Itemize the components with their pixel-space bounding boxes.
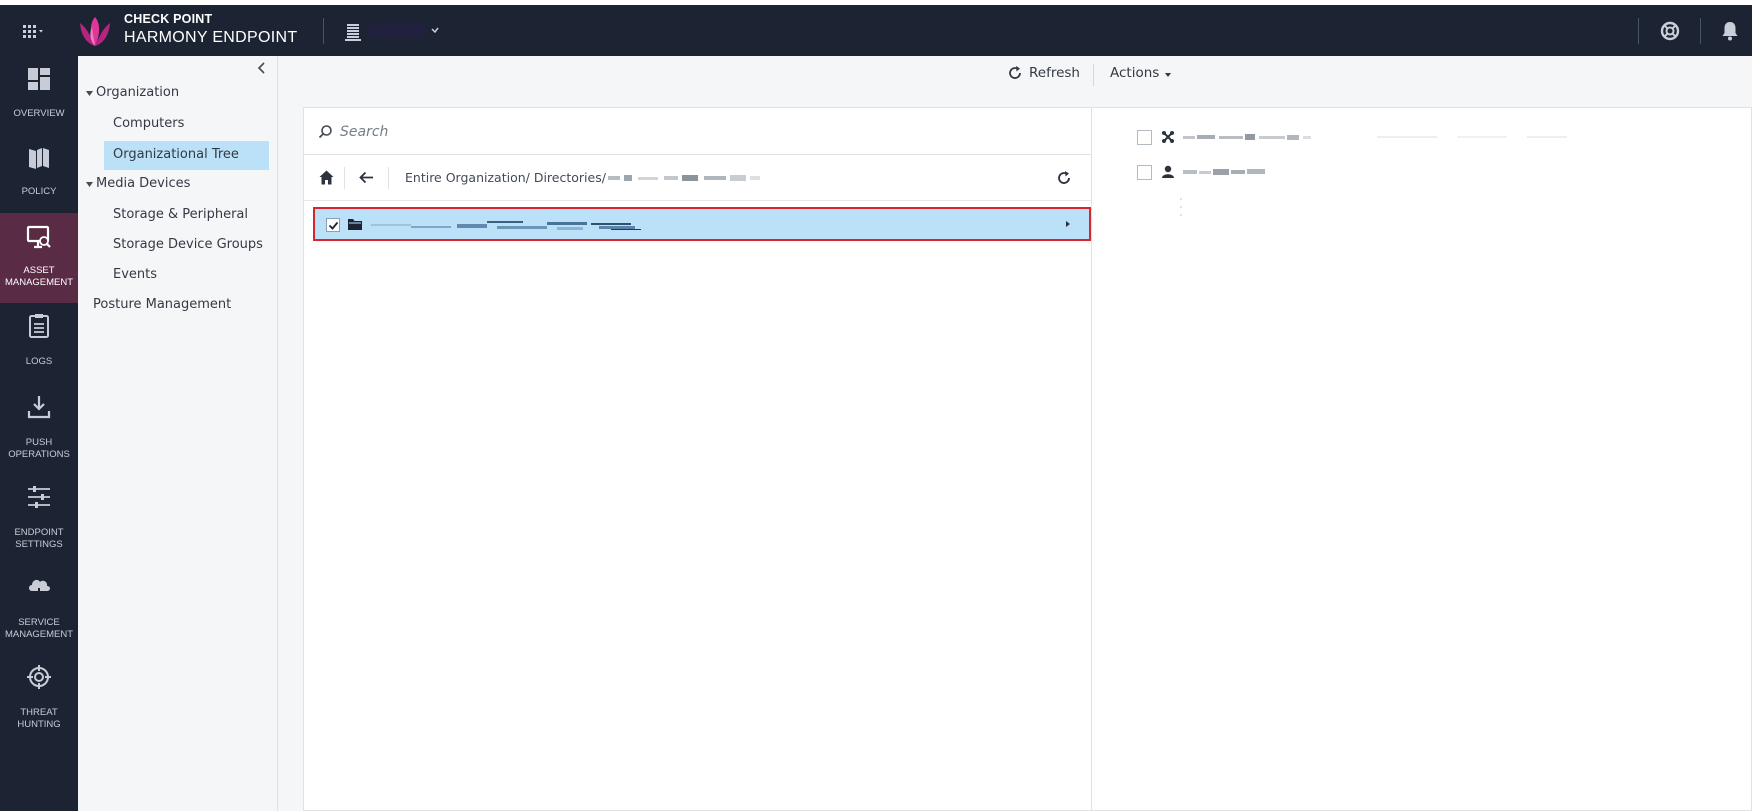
detail-name-redacted [1183, 169, 1265, 175]
tree-label: Posture Management [93, 297, 232, 312]
main-content: Refresh Actions Entire Organization/ Di [278, 56, 1752, 811]
overview-icon [28, 68, 50, 90]
caret-down-icon [86, 182, 93, 187]
nav-label: ENDPOINT SETTINGS [14, 527, 64, 550]
directory-browser-panel: Entire Organization/ Directories/ [303, 107, 1091, 811]
brand-company: CHECK POINT [124, 12, 213, 26]
refresh-icon [1009, 66, 1021, 79]
nav-label: ASSET MANAGEMENT [4, 265, 74, 288]
building-icon [345, 24, 361, 41]
nav-label: LOGS [25, 356, 53, 367]
tree-label: Computers [113, 116, 185, 131]
caret-down-icon [1165, 73, 1171, 77]
refresh-label: Refresh [1029, 65, 1080, 81]
caret-down-icon [86, 91, 93, 96]
nav-policy[interactable]: POLICY [0, 135, 78, 219]
push-operations-icon [27, 396, 51, 419]
tree-label: Organizational Tree [113, 147, 239, 162]
notifications-bell-icon[interactable] [1718, 19, 1742, 43]
directory-name-redacted [371, 221, 641, 230]
search-bar [304, 108, 1091, 155]
tenant-name-redacted [370, 24, 426, 38]
actions-label: Actions [1110, 65, 1160, 81]
logs-icon [29, 314, 49, 338]
header-divider [323, 18, 324, 44]
nav-label: SERVICE MANAGEMENT [4, 617, 74, 640]
nav-label: OVERVIEW [13, 108, 65, 119]
tenant-selector[interactable] [344, 21, 444, 43]
chevron-down-icon [431, 27, 439, 34]
tree-organizational-tree[interactable]: Organizational Tree [113, 147, 239, 162]
nav-endpoint-settings[interactable]: ENDPOINT SETTINGS [0, 474, 78, 564]
app-header: CHECK POINT HARMONY ENDPOINT [0, 5, 1752, 56]
tree-label: Organization [96, 85, 180, 100]
tree-computers[interactable]: Computers [113, 116, 184, 131]
tree-media-devices[interactable]: Media Devices [86, 176, 191, 191]
computer-group-icon [1162, 131, 1174, 143]
row-checkbox[interactable] [1137, 130, 1152, 145]
asset-management-icon [26, 225, 51, 249]
search-icon [318, 125, 332, 139]
checkmark-icon [328, 221, 339, 230]
brand-product: HARMONY ENDPOINT [124, 29, 298, 46]
tree-label: Storage Device Groups [113, 237, 263, 252]
tree-label: Events [113, 267, 158, 282]
detail-separator-dots [1180, 198, 1182, 216]
tree-label: Media Devices [96, 176, 191, 191]
user-icon [1162, 165, 1174, 178]
breadcrumb-redacted [608, 175, 760, 181]
threat-hunting-icon [27, 665, 51, 689]
tree-storage-device-groups[interactable]: Storage Device Groups [113, 237, 263, 252]
caret-right-icon[interactable] [1064, 220, 1072, 228]
breadcrumb-divider [344, 167, 345, 189]
folder-icon [348, 219, 362, 230]
directory-row-selected[interactable] [313, 207, 1091, 241]
tree-events[interactable]: Events [113, 267, 157, 282]
header-divider [1700, 18, 1701, 44]
main-navigation: OVERVIEW POLICY ASSET MANAGEMENT LOGS PU… [0, 56, 78, 811]
reload-icon[interactable] [1056, 170, 1072, 186]
policy-icon [29, 148, 49, 169]
nav-asset-management[interactable]: ASSET MANAGEMENT [0, 213, 78, 303]
nav-logs[interactable]: LOGS [0, 303, 78, 387]
check-point-logo-icon [80, 17, 110, 46]
nav-threat-hunting[interactable]: THREAT HUNTING [0, 654, 78, 744]
nav-label: THREAT HUNTING [17, 707, 61, 730]
directory-details-panel [1091, 107, 1752, 811]
asset-sidebar: Organization Computers Organizational Tr… [78, 56, 278, 811]
toolbar-divider [1093, 64, 1094, 86]
endpoint-settings-icon [28, 486, 50, 508]
search-input[interactable] [340, 120, 1040, 144]
help-lifebuoy-icon[interactable] [1658, 19, 1682, 43]
row-checkbox[interactable] [1137, 165, 1152, 180]
tree-organization[interactable]: Organization [86, 85, 180, 100]
app-grid-icon[interactable] [20, 18, 46, 44]
nav-overview[interactable]: OVERVIEW [0, 56, 78, 140]
back-arrow-icon[interactable] [358, 169, 375, 186]
home-icon[interactable] [318, 169, 335, 186]
breadcrumb-bar: Entire Organization/ Directories/ [304, 155, 1091, 201]
service-management-icon [29, 579, 50, 600]
row-checkbox[interactable] [326, 218, 340, 232]
header-divider [1638, 18, 1639, 44]
collapse-sidebar-icon[interactable] [254, 60, 270, 76]
nav-label: POLICY [21, 186, 57, 197]
nav-label: PUSH OPERATIONS [8, 437, 70, 460]
nav-service-management[interactable]: SERVICE MANAGEMENT [0, 564, 78, 654]
tree-posture-management[interactable]: Posture Management [93, 297, 231, 312]
tree-label: Storage & Peripheral [113, 207, 249, 222]
tree-storage-peripheral[interactable]: Storage & Peripheral [113, 207, 248, 222]
nav-push-operations[interactable]: PUSH OPERATIONS [0, 384, 78, 474]
breadcrumb-path[interactable]: Entire Organization/ Directories/ [405, 170, 606, 185]
breadcrumb-divider [388, 167, 389, 189]
detail-name-redacted [1183, 134, 1311, 140]
detail-extra-redacted [1377, 136, 1567, 138]
